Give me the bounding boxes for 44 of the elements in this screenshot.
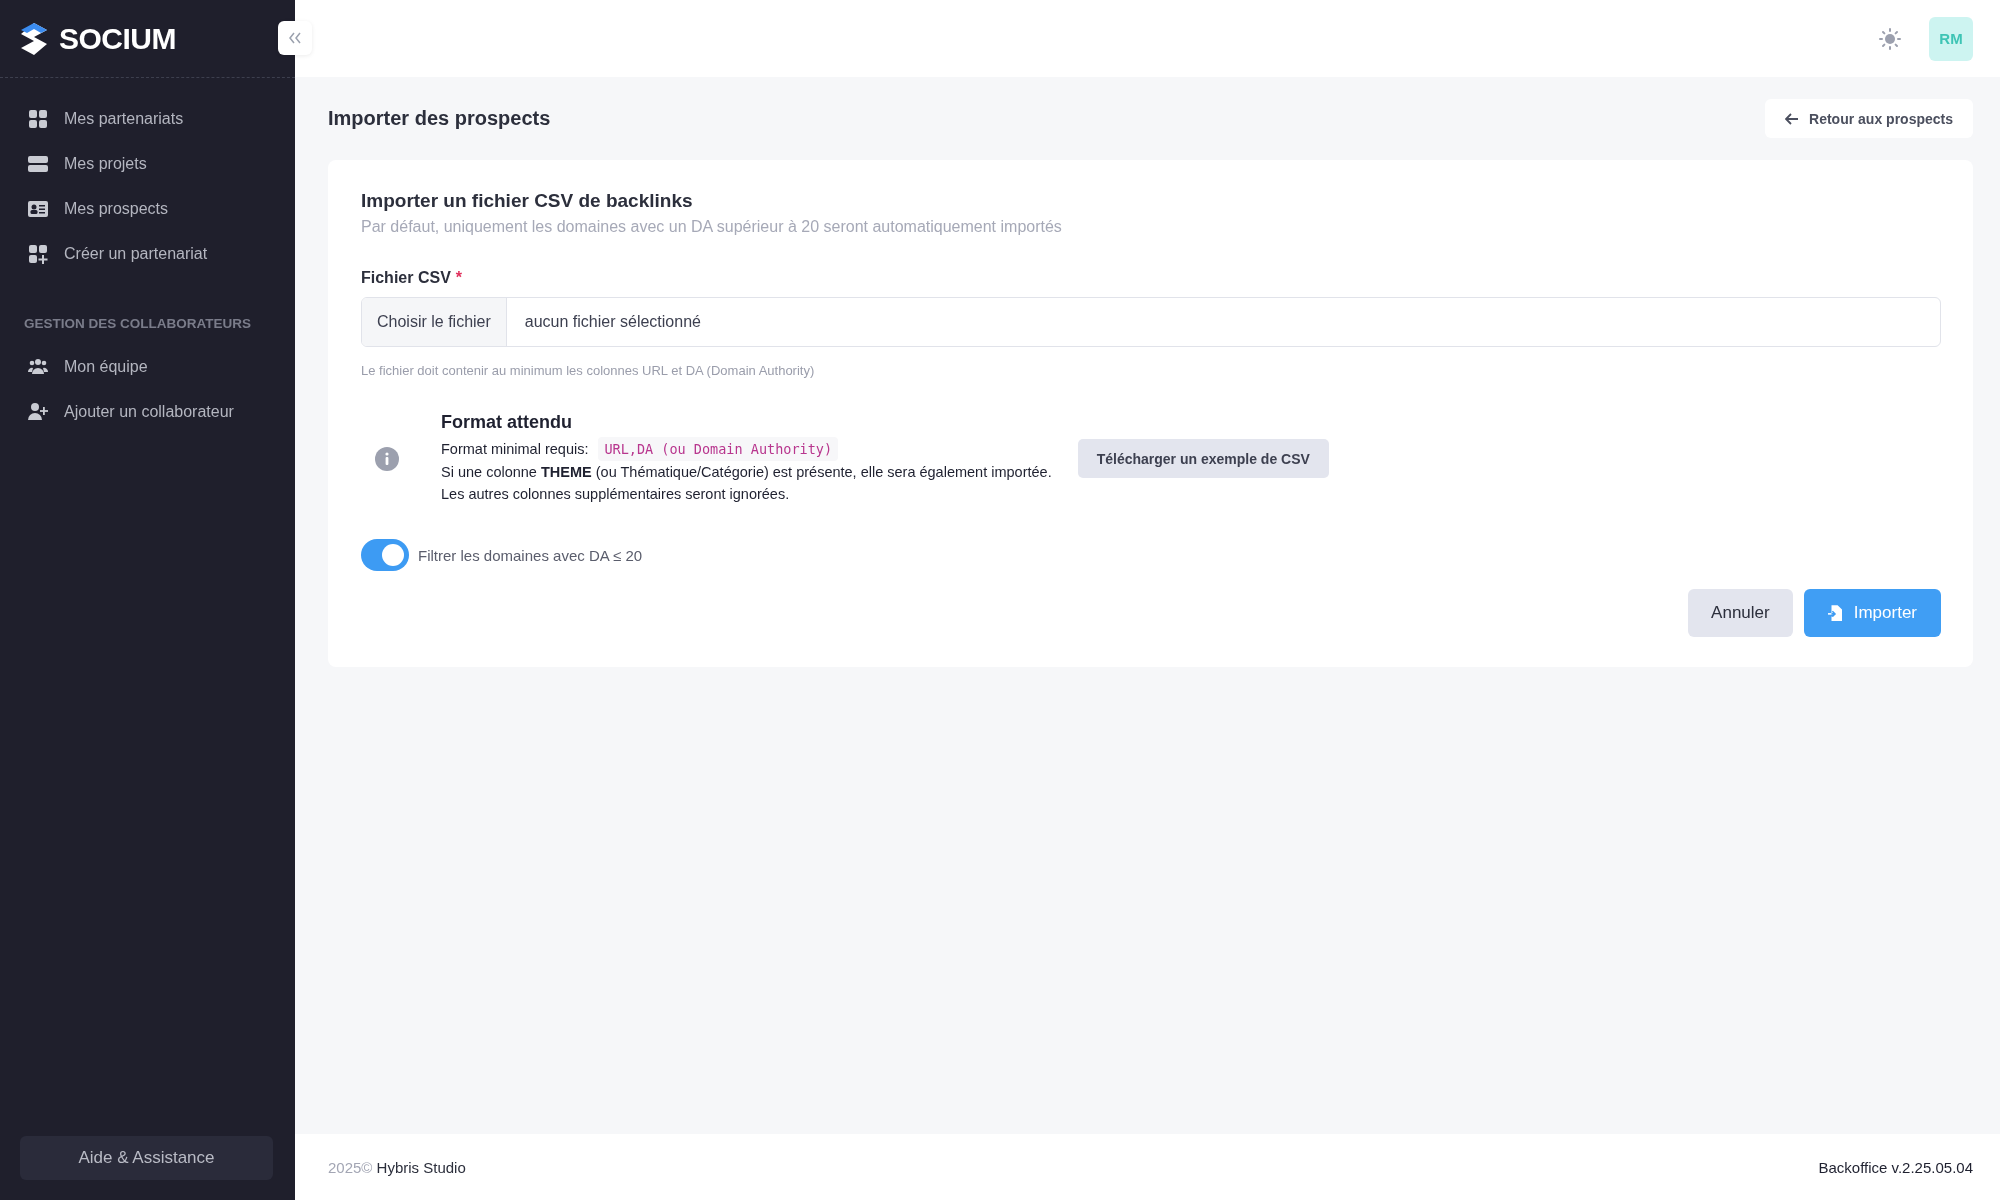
logo-icon [19, 22, 49, 55]
sidebar-item[interactable]: Mon équipe [0, 344, 285, 389]
company-name: Hybris Studio [376, 1158, 466, 1176]
sidebar-item[interactable]: Mes prospects [0, 186, 285, 231]
format-note: Les autres colonnes supplémentaires seront ignorées. [441, 485, 791, 504]
version-text: Backoffice v.2.25.05.04 [1818, 1158, 1973, 1176]
code-snippet: URL,DA (ou Domain Authority) [598, 437, 839, 461]
cancel-button[interactable]: Annuler [1688, 589, 1793, 637]
toggle-label: Filtrer les domaines avec DA ≤ 20 [418, 546, 643, 564]
grid-icon [28, 108, 48, 129]
download-example-button[interactable]: Télécharger un exemple de CSV [1077, 439, 1329, 478]
file-import-icon [1827, 605, 1842, 621]
page-title: Importer des prospects [328, 107, 551, 130]
grid-plus-icon [28, 243, 48, 264]
server-icon [28, 153, 48, 174]
field-label: Fichier CSV [361, 269, 451, 286]
copyright-year: 2025© [328, 1158, 373, 1176]
collapse-button[interactable] [278, 21, 312, 55]
double-chevron-left-icon [288, 32, 302, 44]
required-mark: * [455, 269, 463, 286]
field-help: Le fichier doit contenir au minimum les colonnes URL et DA (Domain Authority) [361, 363, 816, 378]
sun-icon[interactable] [1879, 27, 1901, 50]
sidebar-item[interactable]: Créer un partenariat [0, 231, 285, 276]
sidebar-item[interactable]: Mes partenariats [0, 96, 285, 141]
card-icon [28, 198, 48, 219]
file-value: aucun fichier sélectionné [523, 312, 701, 332]
info-icon [375, 446, 399, 471]
format-note: Si une colonne THEME (ou Thématique/Catégorie) est présente, elle sera également importée. [441, 463, 1052, 482]
card-title: Importer un fichier CSV de backlinks [361, 190, 694, 212]
file-input[interactable]: Choisir le fichier aucun fichier sélectionné [361, 297, 1941, 347]
sidebar-item[interactable]: Mes projets [0, 141, 285, 186]
format-title: Format attendu [441, 412, 573, 433]
logo-text: SOCIUM [59, 21, 176, 56]
section-title: GESTION DES COLLABORATEURS [23, 315, 252, 333]
choose-file-button[interactable]: Choisir le fichier [362, 298, 507, 346]
format-label: Format minimal requis: [441, 440, 589, 459]
users-icon [28, 356, 48, 377]
sidebar-item[interactable]: Ajouter un collaborateur [0, 389, 285, 434]
card-subtitle: Par défaut, uniquement les domaines avec un DA supérieur à 20 seront automatiquement importés [361, 218, 1063, 236]
arrow-left-icon [1785, 112, 1800, 125]
user-plus-icon [28, 401, 48, 422]
help-button[interactable]: Aide & Assistance [20, 1136, 273, 1180]
back-button[interactable]: Retour aux prospects [1765, 99, 1973, 138]
toggle-switch[interactable] [361, 539, 409, 571]
